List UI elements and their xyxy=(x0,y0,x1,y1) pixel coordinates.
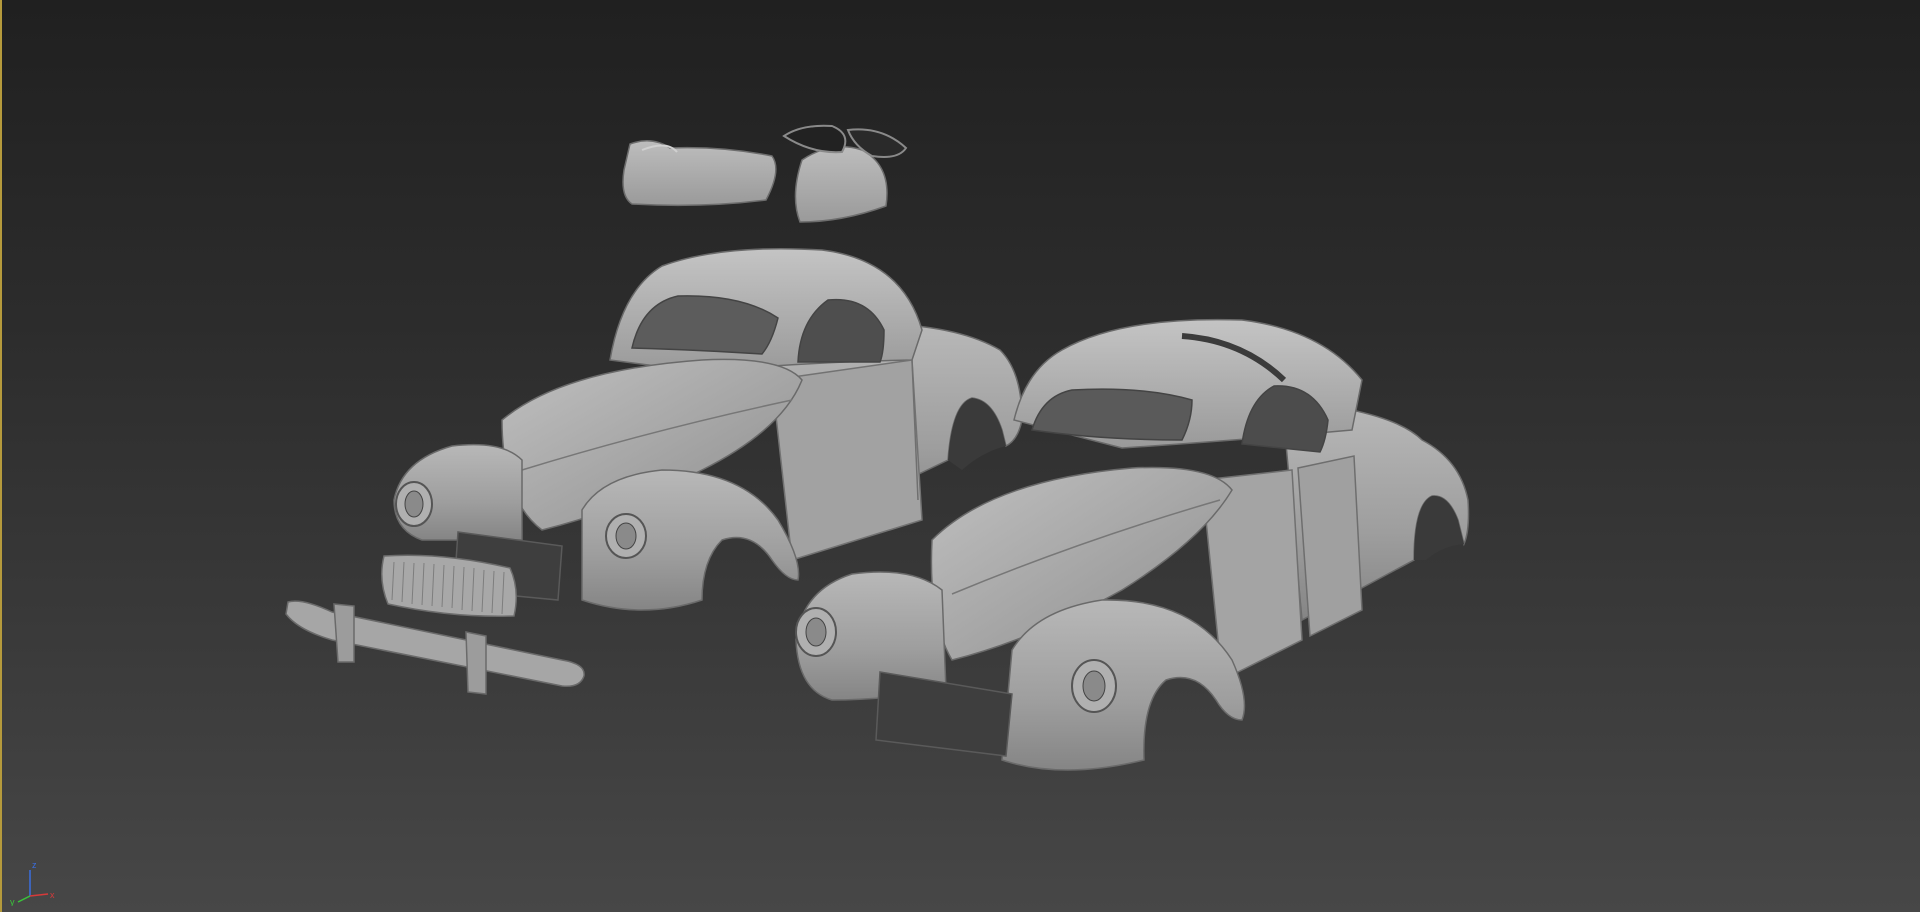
3d-viewport[interactable]: z x y xyxy=(0,0,1920,912)
windshield-left-glass[interactable] xyxy=(622,140,777,207)
car-body-assembled[interactable] xyxy=(393,247,1023,611)
x-axis-label: x xyxy=(50,890,55,900)
front-bumper[interactable] xyxy=(285,600,585,695)
x-axis-line xyxy=(29,893,49,897)
y-axis-label: y xyxy=(10,897,15,906)
axis-gizmo: z x y xyxy=(10,860,55,906)
y-axis-line xyxy=(17,895,31,903)
windshield-right-glass[interactable] xyxy=(794,145,888,223)
z-axis-label: z xyxy=(32,860,37,870)
front-grille[interactable] xyxy=(381,554,517,617)
scene-render[interactable] xyxy=(2,0,1920,912)
